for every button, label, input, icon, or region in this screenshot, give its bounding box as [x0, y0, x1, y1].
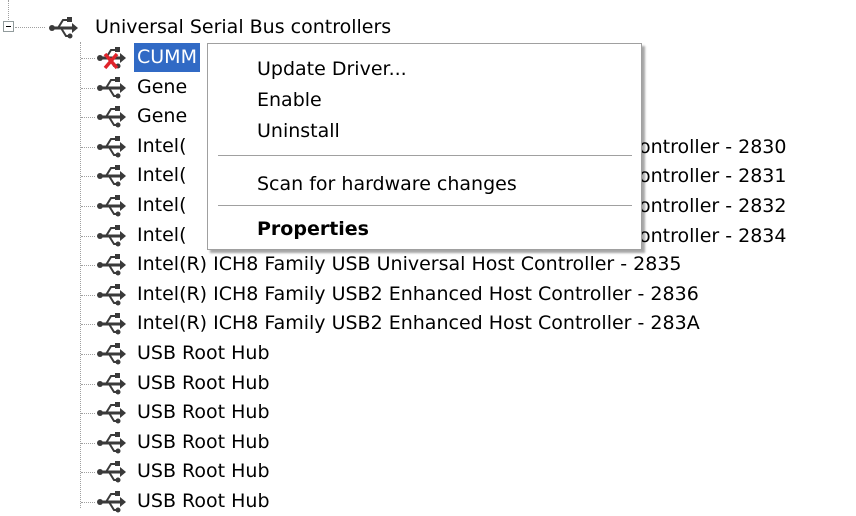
tree-guide-line [81, 58, 95, 59]
tree-guide-line [81, 413, 95, 415]
device-label: USB Root Hub [137, 371, 270, 394]
tree-guide-line [81, 206, 95, 207]
context-menu: Update Driver... Enable Uninstall Scan f… [207, 43, 642, 250]
usb-icon [97, 224, 126, 247]
usb-icon [97, 165, 126, 187]
device-label: Intel(R) ICH8 Family USB2 Enhanced Host … [137, 312, 700, 335]
device-label: USB Root Hub [137, 460, 270, 483]
device-label: USB Root Hub [137, 401, 270, 424]
device-label: USB Root Hub [137, 490, 270, 512]
device-label: Intel( [137, 194, 187, 216]
usb-icon [97, 254, 126, 276]
usb-icon [97, 47, 126, 70]
usb-icon [97, 372, 126, 395]
usb-icon [97, 343, 126, 365]
device-label: Intel( [137, 134, 187, 157]
usb-icon [97, 461, 126, 483]
menu-separator [218, 205, 632, 206]
menu-item-update-driver[interactable]: Update Driver... [208, 54, 641, 84]
device-label: Gene [137, 75, 188, 98]
menu-item-scan-hardware[interactable]: Scan for hardware changes [208, 169, 641, 199]
tree-guide-line [81, 117, 95, 119]
tree-guide-line [81, 383, 95, 385]
menu-separator [218, 155, 632, 156]
tree-guide-line [81, 265, 95, 267]
usb-icon [97, 76, 126, 99]
tree-guide-line [81, 442, 95, 444]
tree-guide-line [81, 324, 95, 326]
usb-icon [97, 313, 126, 335]
tree-guide-line [81, 146, 95, 148]
device-label: Gene [137, 105, 188, 128]
usb-icon [97, 195, 126, 217]
usb-icon [97, 106, 126, 128]
menu-item-uninstall[interactable]: Uninstall [208, 116, 641, 146]
collapse-expander-icon[interactable] [3, 21, 14, 32]
tree-guide-line [81, 472, 95, 474]
tree-guide-line-children [80, 42, 81, 508]
device-label: Intel(R) ICH8 Family USB Universal Host … [137, 253, 682, 276]
tree-guide-line [81, 354, 95, 355]
usb-icon [49, 17, 78, 39]
device-label: CUMM [134, 43, 200, 72]
tree-guide-line [81, 87, 95, 89]
tree-guide-line [81, 176, 95, 178]
usb-icon [97, 135, 126, 158]
usb-icon [97, 431, 126, 454]
device-label: Intel( [137, 164, 187, 187]
usb-icon [97, 283, 126, 306]
device-label: Intel(R) ICH8 Family USB2 Enhanced Host … [137, 282, 699, 305]
menu-item-properties[interactable]: Properties [208, 214, 641, 244]
usb-icon [97, 491, 126, 513]
disabled-x-icon [103, 52, 119, 70]
tree-guide-line [81, 235, 95, 237]
menu-item-enable[interactable]: Enable [208, 85, 641, 115]
usb-icon [97, 402, 126, 424]
tree-guide-line [15, 27, 45, 28]
device-label: USB Root Hub [137, 342, 270, 364]
category-label: Universal Serial Bus controllers [95, 16, 392, 38]
tree-guide-line [81, 294, 95, 296]
tree-guide-line-top [8, 0, 9, 20]
device-label: USB Root Hub [137, 430, 270, 453]
tree-guide-line [81, 502, 95, 503]
device-label: Intel( [137, 223, 187, 246]
